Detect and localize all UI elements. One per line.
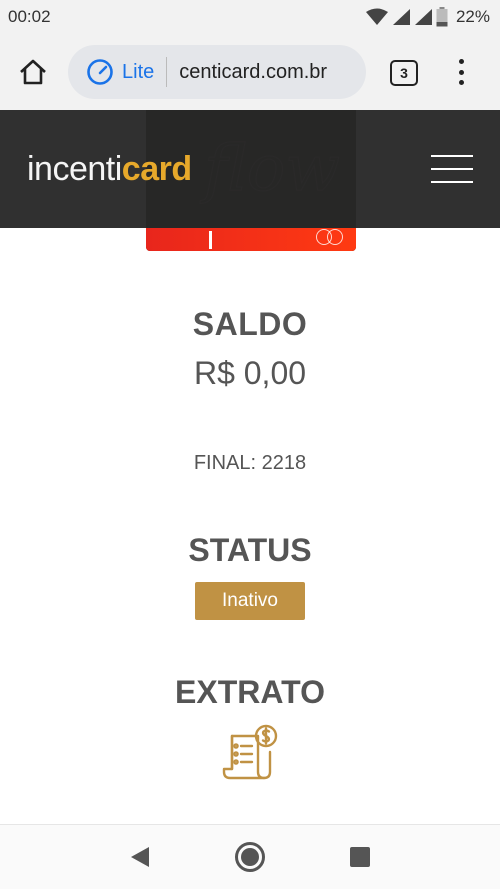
browser-menu-button[interactable] bbox=[450, 56, 472, 88]
back-button[interactable] bbox=[120, 837, 160, 877]
lite-mode-icon bbox=[87, 59, 113, 85]
web-page: flow incenti card SALDO R$ 0,00 FINAL: 2… bbox=[0, 110, 500, 824]
address-bar[interactable]: Lite centicard.com.br bbox=[68, 45, 366, 99]
site-header: incenti card bbox=[0, 110, 500, 228]
logo-text-white: incenti bbox=[27, 149, 122, 188]
card-final-number: FINAL: 2218 bbox=[193, 452, 307, 474]
wifi-icon bbox=[365, 8, 388, 25]
signal-icon-secondary bbox=[414, 9, 432, 25]
mastercard-logo bbox=[316, 229, 346, 245]
tab-switcher-button[interactable]: 3 bbox=[390, 60, 418, 86]
home-nav-button[interactable] bbox=[230, 837, 270, 877]
menu-dot bbox=[458, 69, 464, 75]
home-button[interactable] bbox=[0, 34, 66, 110]
recents-square-icon bbox=[350, 847, 370, 867]
recents-button[interactable] bbox=[340, 837, 380, 877]
status-time: 00:02 bbox=[8, 7, 51, 26]
incenticard-logo[interactable]: incenti card bbox=[27, 150, 192, 189]
logo-text-gold: card bbox=[121, 149, 192, 188]
battery-icon bbox=[436, 7, 448, 27]
statement-receipt-icon[interactable] bbox=[220, 722, 280, 782]
home-icon bbox=[20, 59, 46, 85]
browser-toolbar: Lite centicard.com.br 3 bbox=[0, 34, 500, 110]
status-badge: Inativo bbox=[195, 582, 305, 620]
saldo-label: SALDO bbox=[192, 306, 308, 342]
lite-label: Lite bbox=[122, 60, 155, 83]
menu-dot bbox=[458, 59, 464, 64]
signal-icon bbox=[392, 9, 410, 25]
card-marker bbox=[209, 231, 212, 249]
url-separator bbox=[166, 57, 168, 87]
extrato-label: EXTRATO bbox=[175, 674, 325, 710]
android-nav-bar bbox=[0, 824, 500, 889]
android-status-bar: 00:02 22% bbox=[0, 0, 500, 34]
menu-dot bbox=[458, 80, 464, 85]
status-icons: 22% bbox=[365, 7, 490, 27]
url-text: centicard.com.br bbox=[179, 60, 328, 83]
hamburger-menu-icon[interactable] bbox=[431, 155, 473, 183]
battery-percent: 22% bbox=[455, 7, 490, 26]
status-label: STATUS bbox=[188, 532, 312, 568]
back-triangle-icon bbox=[131, 847, 149, 867]
saldo-value: R$ 0,00 bbox=[193, 355, 307, 391]
home-circle-icon bbox=[235, 842, 265, 872]
